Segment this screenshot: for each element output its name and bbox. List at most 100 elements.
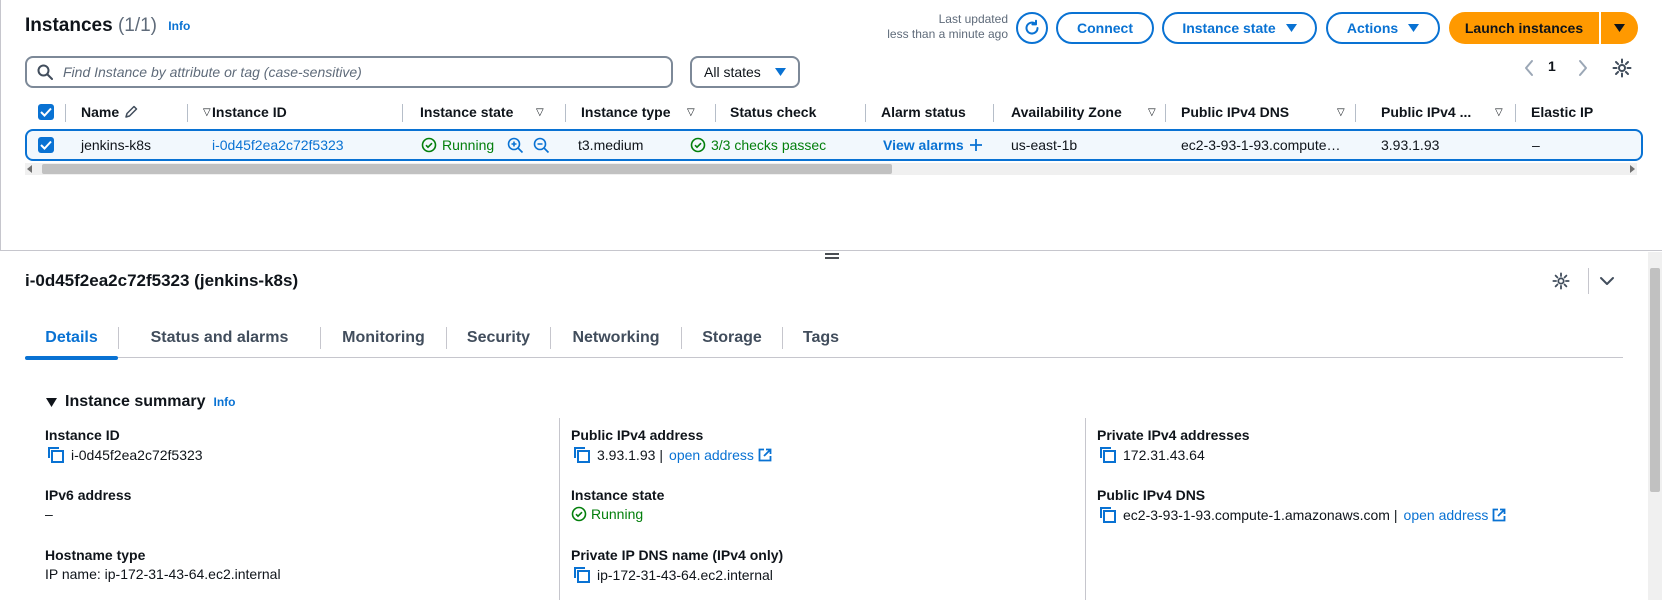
column-separator — [187, 104, 188, 122]
info-link[interactable]: Info — [214, 395, 236, 409]
column-header-instance-id[interactable]: Instance ID — [212, 98, 287, 126]
tab-monitoring[interactable]: Monitoring — [321, 318, 446, 358]
tab-label: Networking — [572, 329, 660, 346]
column-header-public-dns[interactable]: Public IPv4 DNS ▽ — [1181, 98, 1361, 126]
column-header-name[interactable]: Name ▽ — [81, 98, 215, 126]
horizontal-scrollbar-thumb[interactable] — [42, 164, 892, 174]
instance-state-button[interactable]: Instance state — [1162, 12, 1317, 44]
column-header-availability-zone[interactable]: Availability Zone ▽ — [1011, 98, 1161, 126]
open-address-link[interactable]: open address — [1404, 507, 1489, 523]
drag-handle-icon[interactable] — [824, 252, 840, 260]
states-select-label: All states — [704, 64, 761, 80]
column-header-elastic-ip[interactable]: Elastic IP — [1531, 98, 1593, 126]
scroll-left-icon[interactable] — [27, 165, 33, 173]
private-dns-text: ip-172-31-43-64.ec2.internal — [597, 567, 773, 583]
actions-label: Actions — [1346, 20, 1399, 36]
scroll-right-icon[interactable] — [1629, 165, 1635, 173]
cell-instance-type: t3.medium — [578, 137, 644, 153]
tab-label: Storage — [702, 329, 762, 346]
column-label: Public IPv4 DNS — [1181, 104, 1290, 120]
field-label-instance-state: Instance state — [571, 487, 665, 503]
column-separator — [1165, 104, 1166, 122]
sort-icon[interactable]: ▽ — [687, 107, 695, 118]
sort-icon[interactable]: ▽ — [203, 107, 211, 118]
column-header-public-ipv4[interactable]: Public IPv4 ... ▽ — [1381, 98, 1511, 126]
refresh-icon — [1025, 19, 1039, 35]
search-icon — [37, 64, 53, 80]
column-header-status-check[interactable]: Status check — [730, 98, 816, 126]
search-placeholder: Find Instance by attribute or tag (case-… — [63, 64, 362, 80]
last-updated-label: Last updated — [938, 12, 1008, 26]
chevron-left-icon[interactable] — [1520, 58, 1538, 78]
caret-down-icon — [46, 397, 57, 407]
gear-icon[interactable] — [1552, 272, 1570, 290]
launch-dropdown-button[interactable] — [1601, 12, 1638, 44]
copy-icon[interactable] — [47, 446, 65, 464]
tab-label: Tags — [802, 329, 840, 346]
chevron-down-icon[interactable] — [1598, 272, 1616, 290]
table-row[interactable]: jenkins-k8s i-0d45f2ea2c72f5323 Running … — [25, 129, 1643, 161]
page-title-text: Instances — [25, 15, 113, 36]
last-updated: Last updated less than a minute ago — [887, 12, 1008, 42]
tab-storage[interactable]: Storage — [682, 318, 782, 358]
column-label: Name — [81, 104, 120, 120]
refresh-button[interactable] — [1016, 12, 1048, 44]
info-link[interactable]: Info — [168, 19, 190, 33]
instance-summary-toggle[interactable]: Instance summary Info — [46, 393, 236, 411]
connect-button[interactable]: Connect — [1056, 12, 1154, 44]
tab-networking[interactable]: Networking — [551, 318, 681, 358]
checkbox-checked-icon — [38, 137, 54, 153]
launch-instances-button[interactable]: Launch instances — [1449, 12, 1599, 44]
copy-icon[interactable] — [573, 446, 591, 464]
sort-icon[interactable]: ▽ — [1495, 107, 1503, 118]
zoom-in-icon[interactable] — [507, 137, 524, 154]
copy-icon[interactable] — [1099, 506, 1117, 524]
open-address-link[interactable]: open address — [669, 447, 754, 463]
sort-icon[interactable]: ▽ — [1148, 107, 1156, 118]
copy-icon[interactable] — [573, 566, 591, 584]
sort-icon[interactable]: ▽ — [1337, 107, 1345, 118]
page-number[interactable]: 1 — [1548, 58, 1556, 74]
field-label-private-ipv4: Private IPv4 addresses — [1097, 427, 1250, 443]
tab-details[interactable]: Details — [25, 318, 118, 360]
chevron-right-icon[interactable] — [1574, 58, 1592, 78]
row-checkbox[interactable] — [38, 131, 54, 159]
active-tab-indicator — [25, 356, 118, 360]
field-label-hostname-type: Hostname type — [45, 547, 146, 563]
instance-state-text: Running — [591, 506, 644, 522]
tab-label: Security — [466, 329, 531, 346]
column-separator — [65, 104, 66, 122]
pipe-separator: | — [659, 447, 664, 463]
field-value-public-dns: ec2-3-93-1-93.compute-1.amazonaws.com | … — [1099, 506, 1506, 524]
select-all-checkbox[interactable] — [38, 98, 54, 126]
check-circle-icon — [421, 137, 437, 153]
actions-button[interactable]: Actions — [1326, 12, 1440, 44]
view-alarms-button[interactable]: View alarms — [883, 131, 982, 159]
instance-id-link[interactable]: i-0d45f2ea2c72f5323 — [212, 131, 344, 159]
sort-icon[interactable]: ▽ — [536, 107, 544, 118]
cell-instance-state: Running — [421, 131, 550, 159]
states-select[interactable]: All states — [690, 56, 800, 88]
tab-tags[interactable]: Tags — [783, 318, 859, 358]
column-label: Instance state — [420, 104, 514, 120]
external-link-icon[interactable] — [758, 448, 772, 462]
zoom-out-icon[interactable] — [533, 137, 550, 154]
public-dns-text: ec2-3-93-1-93.compute-1.amazonaws.com — [1123, 507, 1390, 523]
caret-down-icon — [1614, 24, 1625, 32]
column-header-instance-type[interactable]: Instance type ▽ — [581, 98, 701, 126]
checkbox-checked-icon — [38, 104, 54, 120]
column-label: Public IPv4 ... — [1381, 104, 1472, 120]
search-input[interactable]: Find Instance by attribute or tag (case-… — [25, 56, 673, 88]
tab-security[interactable]: Security — [447, 318, 550, 358]
gear-icon[interactable] — [1612, 58, 1632, 78]
field-value-private-ipv4: 172.31.43.64 — [1099, 446, 1205, 464]
private-ipv4-text: 172.31.43.64 — [1123, 447, 1205, 463]
column-header-instance-state[interactable]: Instance state ▽ — [420, 98, 550, 126]
cell-availability-zone: us-east-1b — [1011, 137, 1078, 153]
vertical-scrollbar-thumb[interactable] — [1650, 268, 1660, 492]
column-header-alarm-status[interactable]: Alarm status — [881, 98, 966, 126]
pipe-separator: | — [1393, 507, 1398, 523]
copy-icon[interactable] — [1099, 446, 1117, 464]
tab-status-and-alarms[interactable]: Status and alarms — [119, 318, 320, 358]
external-link-icon[interactable] — [1492, 508, 1506, 522]
